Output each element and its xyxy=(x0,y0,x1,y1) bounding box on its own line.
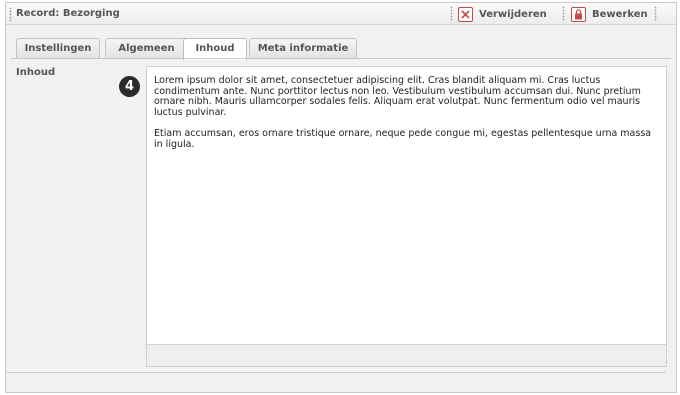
grip-handle xyxy=(9,7,12,21)
toolbar-separator xyxy=(450,6,453,22)
toolbar-separator xyxy=(562,6,565,22)
delete-button[interactable]: Verwijderen xyxy=(458,6,547,22)
editor-content[interactable]: Lorem ipsum dolor sit amet, consectetuer… xyxy=(154,75,654,161)
content-paragraph: Etiam accumsan, eros ornare tristique or… xyxy=(154,128,652,150)
step-badge: 4 xyxy=(119,76,140,97)
tab-instellingen[interactable]: Instellingen xyxy=(16,38,100,59)
edit-button[interactable]: Bewerken xyxy=(571,6,648,22)
delete-x-icon xyxy=(458,6,473,22)
content-editor[interactable]: Lorem ipsum dolor sit amet, consectetuer… xyxy=(146,66,667,367)
tab-divider xyxy=(11,58,671,59)
toolbar-separator xyxy=(654,6,657,22)
record-panel: Record: Bezorging Verwijderen Bewerken I… xyxy=(5,2,677,393)
tab-inhoud[interactable]: Inhoud xyxy=(183,38,247,60)
lock-icon xyxy=(571,6,586,22)
edit-button-label: Bewerken xyxy=(592,8,648,20)
tab-algemeen[interactable]: Algemeen xyxy=(105,38,188,59)
title-bar: Record: Bezorging Verwijderen Bewerken xyxy=(6,3,676,25)
tab-meta-informatie[interactable]: Meta informatie xyxy=(249,38,357,59)
record-title: Record: Bezorging xyxy=(16,8,120,19)
content-field-label: Inhoud xyxy=(16,67,56,78)
footer-divider xyxy=(6,372,666,373)
content-paragraph: Lorem ipsum dolor sit amet, consectetuer… xyxy=(154,75,641,118)
delete-button-label: Verwijderen xyxy=(479,8,547,20)
editor-status-bar xyxy=(147,344,666,366)
